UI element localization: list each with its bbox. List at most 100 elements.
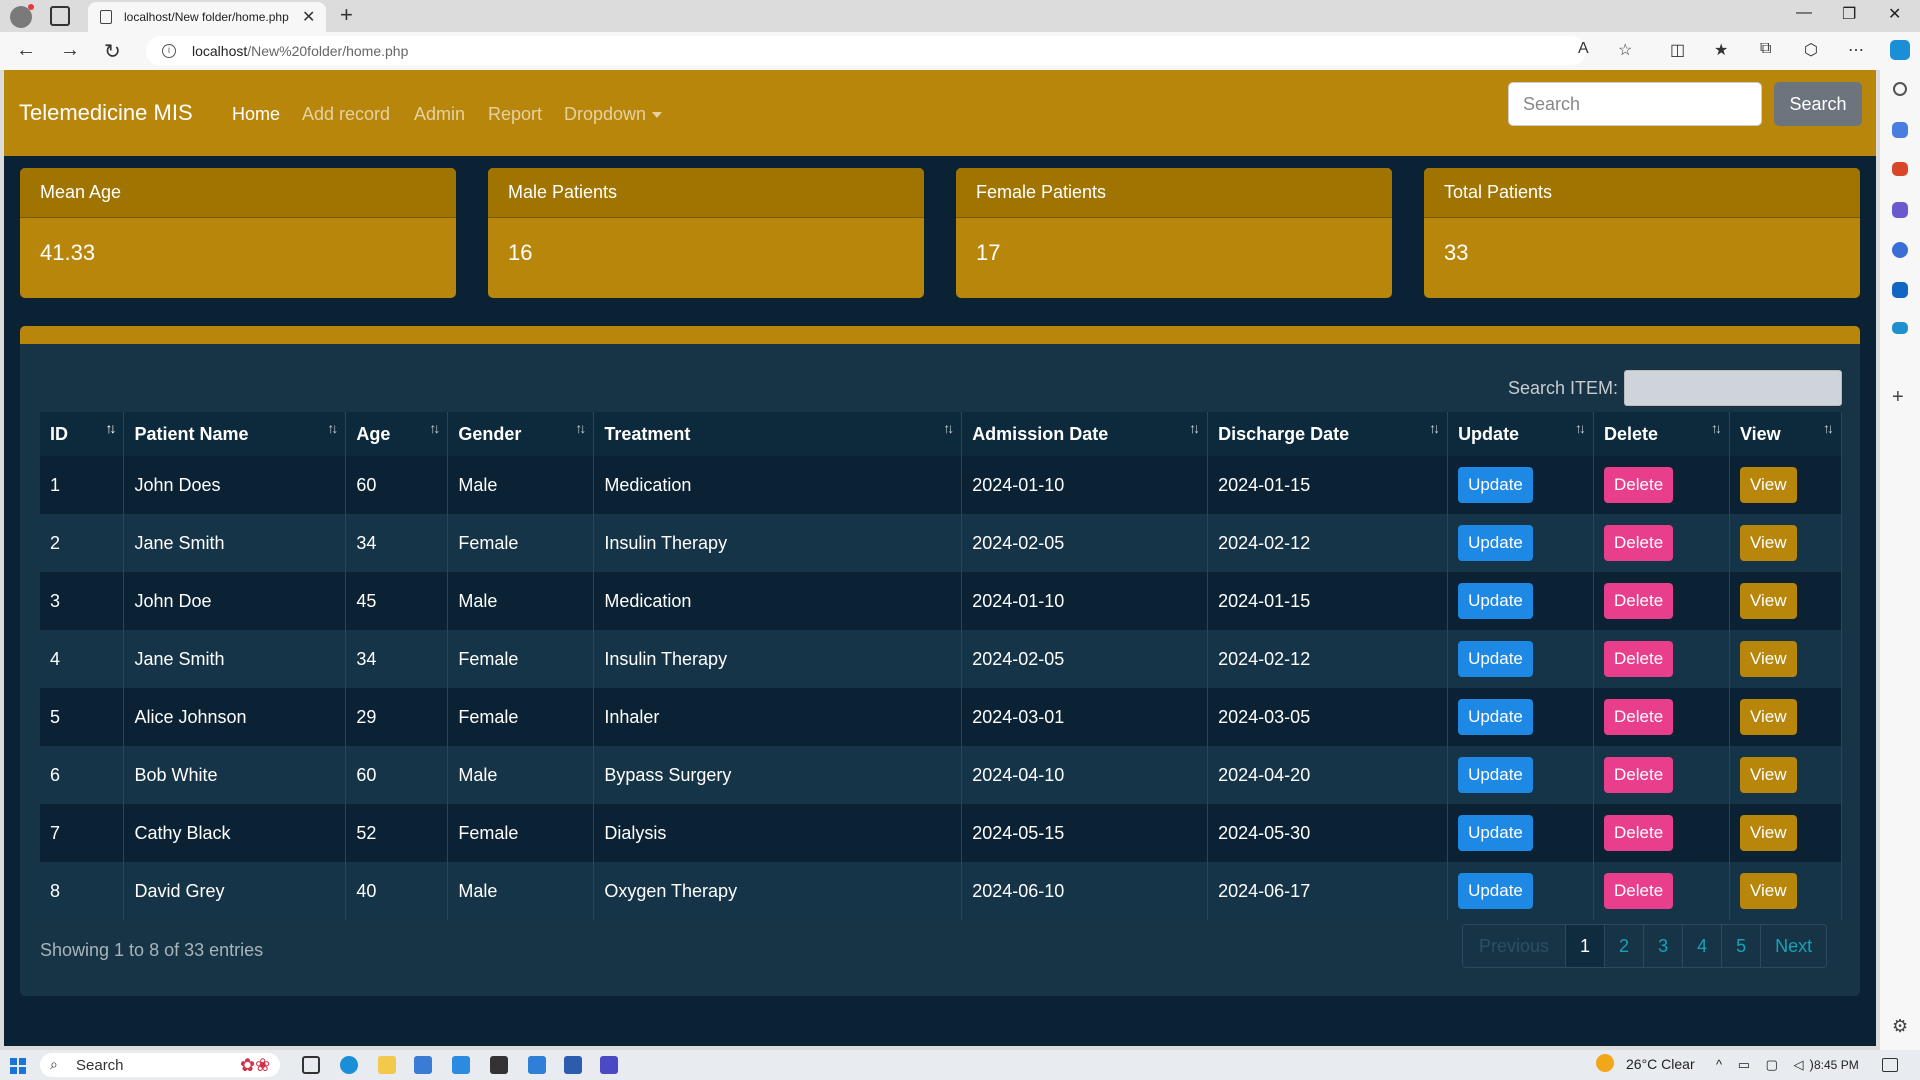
extensions-icon[interactable]: ⬡ (1804, 40, 1818, 60)
navbar-search-button[interactable]: Search (1774, 82, 1862, 126)
task-view-icon[interactable] (302, 1056, 320, 1074)
mail-icon[interactable] (452, 1056, 470, 1074)
forward-icon[interactable]: → (60, 39, 80, 62)
shopping-icon[interactable] (1892, 122, 1908, 138)
view-button[interactable]: View (1739, 467, 1797, 503)
terminal-icon[interactable] (490, 1056, 508, 1074)
more-icon[interactable]: ⋯ (1848, 40, 1864, 60)
delete-button[interactable]: Delete (1604, 757, 1674, 793)
cell-update: Update (1447, 746, 1595, 804)
outlook-icon[interactable] (1892, 282, 1908, 298)
update-button[interactable]: Update (1458, 583, 1533, 619)
column-header-admission-date[interactable]: Admission Date ↑↓ (961, 412, 1209, 456)
delete-button[interactable]: Delete (1604, 873, 1674, 909)
file-explorer-icon[interactable] (378, 1056, 396, 1074)
weather-text[interactable]: 26°C Clear (1626, 1056, 1695, 1072)
view-button[interactable]: View (1739, 525, 1797, 561)
restore-icon[interactable]: ❐ (1842, 4, 1856, 24)
update-button[interactable]: Update (1458, 467, 1533, 503)
column-header-gender[interactable]: Gender ↑↓ (447, 412, 595, 456)
column-header-view[interactable]: View ↑↓ (1729, 412, 1843, 456)
view-button[interactable]: View (1739, 641, 1797, 677)
split-screen-icon[interactable]: ◫ (1670, 40, 1685, 60)
update-button[interactable]: Update (1458, 757, 1533, 793)
word-icon[interactable] (564, 1056, 582, 1074)
column-header-discharge-date[interactable]: Discharge Date ↑↓ (1207, 412, 1449, 456)
tools-icon[interactable] (1892, 162, 1908, 176)
system-tray-icons[interactable]: ^ ▭ ▢ ◁) (1716, 1057, 1820, 1073)
pagination-page[interactable]: 3 (1644, 925, 1684, 967)
column-header-age[interactable]: Age ↑↓ (345, 412, 449, 456)
search-icon[interactable] (1893, 82, 1907, 96)
column-header-patient-name[interactable]: Patient Name ↑↓ (123, 412, 347, 456)
delete-button[interactable]: Delete (1604, 641, 1674, 677)
pagination-page[interactable]: 2 (1605, 925, 1645, 967)
nav-report[interactable]: Report (488, 104, 542, 125)
favorite-icon[interactable]: ☆ (1618, 40, 1632, 60)
site-info-icon[interactable]: i (162, 44, 176, 58)
column-header-update[interactable]: Update ↑↓ (1447, 412, 1595, 456)
delete-button[interactable]: Delete (1604, 467, 1674, 503)
pagination-previous[interactable]: Previous (1463, 925, 1567, 967)
close-window-icon[interactable]: ✕ (1888, 4, 1901, 24)
view-button[interactable]: View (1739, 583, 1797, 619)
minimize-icon[interactable]: — (1796, 4, 1812, 22)
view-button[interactable]: View (1739, 757, 1797, 793)
cell-delete: Delete (1593, 804, 1730, 862)
edge-icon[interactable] (340, 1056, 358, 1074)
back-icon[interactable]: ← (16, 39, 36, 62)
close-tab-icon[interactable]: ✕ (302, 7, 315, 27)
clock[interactable]: 8:45 PM (1814, 1058, 1859, 1072)
delete-button[interactable]: Delete (1604, 815, 1674, 851)
column-header-id[interactable]: ID ↑↓ (40, 412, 125, 456)
update-button[interactable]: Update (1458, 699, 1533, 735)
delete-button[interactable]: Delete (1604, 525, 1674, 561)
pagination-page[interactable]: 1 (1566, 925, 1606, 967)
favorites-icon[interactable]: ★ (1714, 40, 1728, 60)
pagination-next[interactable]: Next (1761, 925, 1827, 967)
update-button[interactable]: Update (1458, 525, 1533, 561)
taskbar-search[interactable]: ⌕ Search ✿❀ (40, 1053, 280, 1077)
cell-view: View (1729, 630, 1843, 688)
office-icon[interactable] (1892, 242, 1908, 258)
read-aloud-icon[interactable]: A (1578, 40, 1589, 58)
nav-add-record[interactable]: Add record (302, 104, 390, 125)
settings-icon[interactable]: ⚙ (1892, 1016, 1912, 1036)
collections-icon[interactable]: ⧉ (1760, 40, 1771, 58)
table-search-input[interactable] (1624, 370, 1842, 406)
drop-icon[interactable] (1892, 322, 1908, 334)
update-button[interactable]: Update (1458, 641, 1533, 677)
update-button[interactable]: Update (1458, 873, 1533, 909)
nav-home[interactable]: Home (232, 104, 280, 125)
column-header-treatment[interactable]: Treatment ↑↓ (593, 412, 963, 456)
view-button[interactable]: View (1739, 699, 1797, 735)
refresh-icon[interactable]: ↻ (104, 39, 121, 64)
delete-button[interactable]: Delete (1604, 583, 1674, 619)
vscode-icon[interactable] (528, 1056, 546, 1074)
table-row: 5 Alice Johnson 29 Female Inhaler 2024-0… (40, 688, 1843, 746)
pagination-page[interactable]: 4 (1683, 925, 1723, 967)
url-field[interactable]: i localhost/New%20folder/home.php (146, 36, 1586, 66)
copilot-icon[interactable] (1890, 40, 1910, 60)
cell-update: Update (1447, 456, 1595, 514)
navbar-search-input[interactable] (1508, 82, 1762, 126)
delete-button[interactable]: Delete (1604, 699, 1674, 735)
pagination-page[interactable]: 5 (1722, 925, 1762, 967)
column-header-delete[interactable]: Delete ↑↓ (1593, 412, 1730, 456)
nav-admin[interactable]: Admin (414, 104, 465, 125)
app-icon[interactable] (600, 1056, 618, 1074)
table-row: 8 David Grey 40 Male Oxygen Therapy 2024… (40, 862, 1843, 920)
notification-icon[interactable] (1882, 1058, 1898, 1072)
tab-actions-icon[interactable] (50, 6, 70, 26)
store-icon[interactable] (414, 1056, 432, 1074)
view-button[interactable]: View (1739, 815, 1797, 851)
update-button[interactable]: Update (1458, 815, 1533, 851)
browser-tab[interactable]: localhost/New folder/home.php ✕ (88, 2, 326, 32)
windows-start-icon[interactable] (10, 1058, 26, 1074)
new-tab-icon[interactable]: + (340, 2, 353, 28)
add-sidebar-icon[interactable]: + (1892, 386, 1912, 408)
nav-dropdown[interactable]: Dropdown (564, 104, 663, 125)
view-button[interactable]: View (1739, 873, 1797, 909)
games-icon[interactable] (1892, 202, 1908, 218)
brand-title[interactable]: Telemedicine MIS (19, 100, 193, 126)
